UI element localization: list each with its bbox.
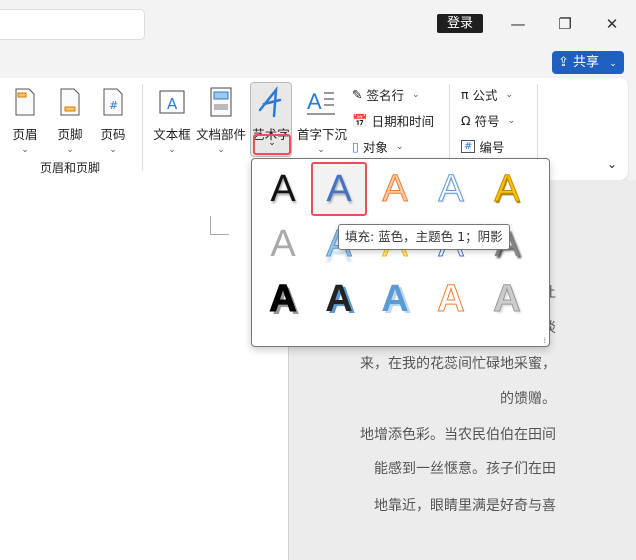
collapse-ribbon-chevron-icon[interactable]: ⌄ (607, 157, 617, 171)
minimize-button[interactable]: — (508, 14, 528, 34)
resize-grip-icon[interactable]: ⁞ (543, 336, 546, 345)
svg-text:A: A (307, 89, 322, 114)
textbox-icon: A (152, 84, 192, 120)
wordart-style-option[interactable]: A (479, 272, 535, 326)
wordart-glyph: A (270, 167, 296, 210)
wordart-style-option[interactable]: A (255, 272, 311, 326)
signature-line-label: 签名行 (366, 88, 404, 103)
svg-text:A: A (167, 95, 178, 113)
wordart-glyph: A (438, 167, 464, 210)
document-page[interactable] (0, 180, 289, 560)
textbox-label: 文本框 (153, 127, 191, 142)
document-text-line: 的馈赠。 (500, 391, 556, 407)
object-label: 对象 (362, 140, 388, 155)
symbol-button[interactable]: Ω 符号 ⌄ (461, 111, 515, 130)
chevron-down-icon: ⌄ (66, 145, 74, 155)
signature-line-button[interactable]: ✎ 签名行 ⌄ (352, 85, 420, 104)
share-icon: ⇪ (558, 55, 569, 70)
group-separator (142, 84, 143, 170)
signature-icon: ✎ (352, 87, 363, 102)
symbol-label: 符号 (474, 114, 500, 129)
numbering-button[interactable]: # 编号 (461, 137, 504, 156)
omega-icon: Ω (461, 113, 471, 128)
quick-parts-label: 文档部件 (196, 127, 247, 142)
wordart-style-option[interactable]: A (367, 272, 423, 326)
group-label-header-footer: 页眉和页脚 (40, 161, 101, 175)
wordart-glyph: A (270, 222, 296, 265)
wordart-style-option[interactable]: A (479, 162, 535, 216)
chevron-down-icon: ⌄ (507, 115, 516, 126)
wordart-glyph: A (326, 167, 352, 210)
header-label: 页眉 (12, 127, 38, 142)
object-icon: ▯ (352, 139, 359, 154)
wordart-glyph: A (382, 167, 408, 210)
wordart-dropdown-button[interactable]: ⌄ (253, 134, 291, 155)
chevron-down-icon: ⌄ (268, 138, 276, 148)
share-button[interactable]: ⇪ 共享 ⌄ (552, 51, 624, 74)
chevron-down-icon: ⌄ (217, 145, 225, 155)
wordart-style-option[interactable]: A (255, 217, 311, 271)
drop-cap-button[interactable]: A 首字下沉 ⌄ (297, 84, 348, 155)
wordart-gallery: AAAAAAAAAAAAAAA⁞ (251, 158, 550, 347)
restore-button[interactable]: ❐ (555, 14, 575, 34)
textbox-button[interactable]: A 文本框 ⌄ (152, 84, 192, 155)
wordart-style-option[interactable]: A (423, 162, 479, 216)
close-button[interactable]: ✕ (602, 14, 622, 34)
document-text-line: 能感到一丝惬意。孩子们在田 (374, 461, 556, 477)
page-number-icon: # (98, 84, 128, 120)
wordart-style-option[interactable]: A (255, 162, 311, 216)
search-box[interactable] (0, 9, 145, 40)
tooltip: 填充: 蓝色，主题色 1；阴影 (338, 224, 510, 250)
pi-icon: π (461, 87, 469, 102)
wordart-style-option[interactable]: A (311, 272, 367, 326)
share-label: 共享 (573, 55, 600, 70)
wordart-glyph: A (269, 277, 297, 320)
date-time-button[interactable]: 📅 日期和时间 (352, 111, 434, 130)
chevron-down-icon: ⌄ (21, 145, 29, 155)
numbering-label: 编号 (479, 140, 505, 155)
chevron-down-icon: ⌄ (168, 145, 176, 155)
chevron-down-icon: ⌄ (317, 145, 325, 155)
wordart-glyph: A (493, 277, 521, 320)
wordart-icon (250, 84, 292, 120)
equation-label: 公式 (472, 88, 498, 103)
page-number-label: 页码 (100, 127, 126, 142)
document-text-line: 地靠近，眼睛里满是好奇与喜 (374, 498, 556, 514)
wordart-style-option[interactable]: A (423, 272, 479, 326)
wordart-glyph: A (325, 277, 353, 320)
header-button[interactable]: 页眉 ⌄ (10, 84, 40, 155)
quick-parts-button[interactable]: 文档部件 ⌄ (196, 84, 246, 155)
object-button[interactable]: ▯ 对象 ⌄ (352, 137, 403, 156)
calendar-icon: 📅 (352, 112, 368, 128)
equation-button[interactable]: π 公式 ⌄ (461, 85, 513, 104)
document-text-line: 地增添色彩。当农民伯伯在田间 (360, 427, 556, 443)
drop-cap-icon: A (297, 84, 345, 120)
wordart-glyph: A (381, 277, 409, 320)
wordart-style-option[interactable]: A (311, 162, 367, 216)
chevron-down-icon: ⌄ (505, 89, 514, 100)
wordart-glyph: A (494, 167, 520, 210)
login-button[interactable]: 登录 (437, 14, 483, 33)
page-number-button[interactable]: # 页码 ⌄ (98, 84, 128, 155)
chevron-down-icon: ⌄ (412, 89, 420, 100)
footer-label: 页脚 (57, 127, 83, 142)
wordart-style-option[interactable]: A (367, 162, 423, 216)
quick-parts-icon (196, 84, 246, 120)
wordart-glyph: A (437, 277, 465, 320)
drop-cap-label: 首字下沉 (297, 127, 348, 142)
chevron-down-icon: ⌄ (395, 141, 404, 152)
numbering-icon: # (461, 140, 476, 153)
margin-corner-mark (210, 216, 229, 235)
svg-text:#: # (109, 99, 118, 112)
chevron-down-icon: ⌄ (109, 145, 117, 155)
date-time-label: 日期和时间 (371, 114, 435, 129)
header-icon (10, 84, 40, 120)
chevron-down-icon: ⌄ (609, 59, 617, 69)
document-text-line: 来，在我的花蕊间忙碌地采蜜， (360, 356, 556, 372)
footer-icon (55, 84, 85, 120)
footer-button[interactable]: 页脚 ⌄ (55, 84, 85, 155)
